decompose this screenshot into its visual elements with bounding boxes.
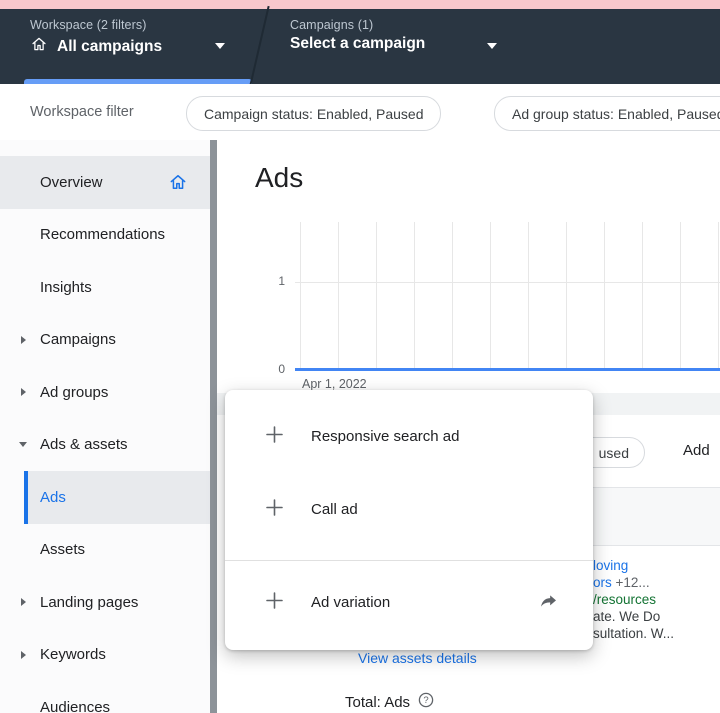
chevron-right-icon — [21, 651, 26, 659]
menu-item-call-ad[interactable]: Call ad — [225, 473, 593, 546]
view-assets-details-link[interactable]: View assets details — [358, 650, 477, 666]
ad-description-fragment-2: sultation. W... — [593, 626, 674, 641]
workspace-selector[interactable]: All campaigns — [30, 35, 162, 58]
total-label: Total: Ads — [345, 694, 410, 711]
workspace-value: All campaigns — [57, 38, 162, 56]
sidebar-scrollbar[interactable] — [210, 140, 217, 713]
chart-gridline-1 — [295, 282, 720, 283]
chevron-right-icon — [21, 598, 26, 606]
workspace-filter-bar: Workspace filter Campaign status: Enable… — [0, 84, 720, 141]
chevron-down-icon[interactable] — [215, 43, 225, 49]
sidebar-item-landing-pages[interactable]: Landing pages — [0, 576, 210, 629]
create-ad-dropdown-menu: Responsive search ad Call ad Ad variatio… — [225, 390, 593, 650]
y-axis-tick-1: 1 — [265, 274, 285, 288]
sidebar-item-ad-groups[interactable]: Ad groups — [0, 366, 210, 419]
main-content: Ads 1 0 Apr 1, 2022 used Add loving ors … — [217, 140, 720, 713]
sidebar-item-assets[interactable]: Assets — [0, 524, 210, 577]
add-filter-button-partial[interactable]: Add — [683, 442, 710, 459]
campaign-value: Select a campaign — [290, 35, 425, 53]
sidebar-item-keywords[interactable]: Keywords — [0, 629, 210, 682]
campaign-status-filter-chip[interactable]: Campaign status: Enabled, Paused — [186, 96, 441, 131]
chevron-down-icon — [19, 442, 27, 447]
ad-description-fragment: ate. We Do — [593, 609, 660, 624]
sidebar-item-recommendations[interactable]: Recommendations — [0, 209, 210, 262]
ad-display-url-fragment: /resources — [593, 592, 656, 607]
workspace-filter-label: Workspace filter — [30, 84, 134, 140]
menu-item-responsive-search-ad[interactable]: Responsive search ad — [225, 400, 593, 473]
plus-icon — [265, 425, 284, 448]
forward-arrow-icon — [538, 592, 560, 616]
ad-headline-fragment-2: ors +12... — [593, 575, 650, 590]
sidebar-item-insights[interactable]: Insights — [0, 261, 210, 314]
chevron-down-icon[interactable] — [487, 43, 497, 49]
browser-theme-strip — [0, 0, 720, 9]
svg-text:?: ? — [423, 695, 428, 706]
workspace-topbar: Workspace (2 filters) All campaigns Camp… — [0, 9, 720, 84]
chevron-right-icon — [21, 336, 26, 344]
menu-divider — [225, 560, 593, 561]
home-icon — [30, 35, 48, 58]
workspace-label: Workspace (2 filters) — [30, 18, 146, 32]
ad-headline-fragment[interactable]: loving — [593, 558, 628, 573]
x-axis-label: Apr 1, 2022 — [302, 377, 367, 391]
page-title: Ads — [255, 162, 303, 194]
adgroup-status-filter-chip[interactable]: Ad group status: Enabled, Paused — [494, 96, 720, 131]
nav-sidebar: Overview Recommendations Insights Campai… — [0, 140, 210, 713]
plus-icon — [265, 498, 284, 521]
table-total-row: Total: Ads ? — [345, 692, 434, 712]
sidebar-item-ads[interactable]: Ads — [0, 471, 210, 524]
menu-item-ad-variation[interactable]: Ad variation — [225, 566, 593, 639]
campaign-label: Campaigns (1) — [290, 18, 373, 32]
sidebar-item-campaigns[interactable]: Campaigns — [0, 314, 210, 367]
google-ads-window: Workspace (2 filters) All campaigns Camp… — [0, 0, 720, 713]
chip-label: Campaign status: Enabled, Paused — [204, 106, 423, 122]
breadcrumb-separator — [248, 6, 269, 90]
chart-data-line — [295, 368, 720, 371]
chart-vertical-gridlines — [300, 222, 720, 370]
sidebar-item-audiences[interactable]: Audiences — [0, 681, 210, 713]
y-axis-tick-0: 0 — [265, 362, 285, 376]
chip-label: Ad group status: Enabled, Paused — [512, 106, 720, 122]
help-icon[interactable]: ? — [418, 692, 434, 712]
sidebar-item-ads-and-assets[interactable]: Ads & assets — [0, 419, 210, 472]
home-icon — [168, 172, 188, 196]
campaign-selector[interactable]: Select a campaign — [290, 35, 425, 53]
chevron-right-icon — [21, 388, 26, 396]
sidebar-item-overview[interactable]: Overview — [0, 156, 210, 209]
plus-icon — [265, 591, 284, 614]
